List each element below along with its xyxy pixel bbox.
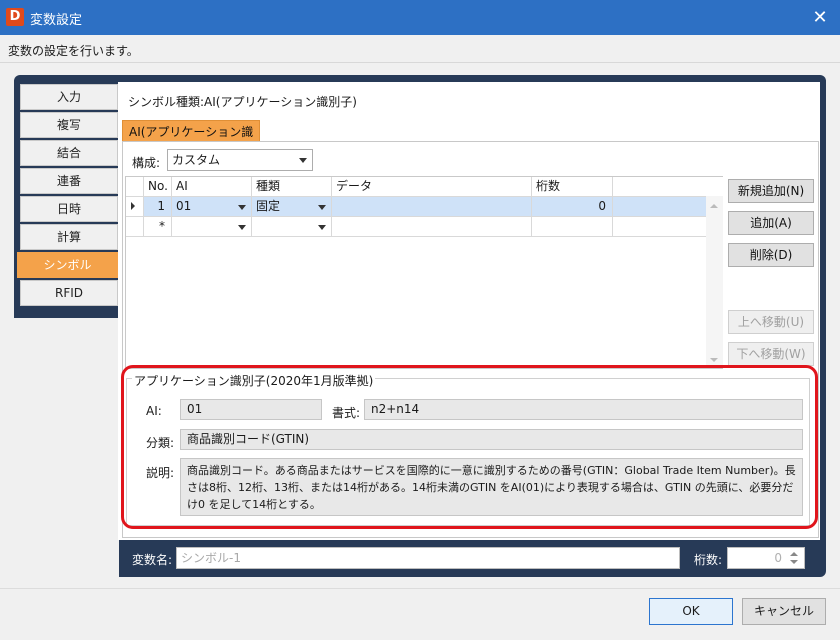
grid-scrollbar[interactable] [706, 196, 723, 368]
highlight-outline [121, 365, 818, 529]
config-value: カスタム [172, 153, 221, 167]
tab-application-identifier[interactable]: AI(アプリケーション識別子) [122, 120, 260, 161]
panel-background-strip [14, 318, 119, 578]
add-button[interactable]: 追加(A) [728, 211, 814, 235]
cell-no[interactable]: * [144, 217, 172, 237]
side-tab-copy[interactable]: 複写 [20, 112, 118, 138]
scroll-up-icon[interactable] [710, 204, 718, 208]
variable-name-label: 変数名: [132, 553, 173, 567]
col-header-ai[interactable]: AI [172, 177, 252, 197]
cell-kind-dropdown[interactable]: 固定 [252, 197, 332, 217]
ok-button[interactable]: OK [649, 598, 733, 625]
move-up-button[interactable]: 上へ移動(U) [728, 310, 814, 334]
ai-grid: No. AI 種類 データ 桁数 1 01 固定 0 * [125, 176, 723, 369]
side-tab-input[interactable]: 入力 [20, 84, 118, 110]
col-header-digits[interactable]: 桁数 [532, 177, 613, 197]
cancel-button[interactable]: キャンセル [742, 598, 826, 625]
delete-button[interactable]: 削除(D) [728, 243, 814, 267]
symbol-type-label: シンボル種類:AI(アプリケーション識別子) [128, 95, 357, 109]
col-header-kind[interactable]: 種類 [252, 177, 332, 197]
cell-kind-value: 固定 [256, 199, 281, 213]
cell-digits[interactable]: 0 [532, 197, 613, 217]
chevron-down-icon [238, 225, 246, 230]
cell-ai-value: 01 [176, 199, 192, 213]
cell-ai-dropdown[interactable]: 01 [172, 197, 252, 217]
config-label: 構成: [132, 156, 161, 170]
side-tab-datetime[interactable]: 日時 [20, 196, 118, 222]
side-tab-rfid[interactable]: RFID [20, 280, 118, 306]
cell-data[interactable] [332, 217, 532, 237]
cell-ai-dropdown[interactable] [172, 217, 252, 237]
spin-up-icon[interactable] [790, 552, 798, 556]
move-down-button[interactable]: 下へ移動(W) [728, 342, 814, 366]
grid-corner [126, 177, 144, 197]
cell-filler [613, 197, 706, 217]
row-header-cell[interactable] [126, 217, 144, 237]
row-pointer-icon [131, 202, 135, 210]
side-tab-symbol[interactable]: シンボル [17, 252, 118, 278]
digits-value: 0 [774, 551, 782, 565]
cell-data[interactable] [332, 197, 532, 217]
digits-label: 桁数: [694, 553, 723, 567]
cell-no[interactable]: 1 [144, 197, 172, 217]
scroll-down-icon[interactable] [710, 358, 718, 362]
chevron-down-icon [318, 205, 326, 210]
side-tab-serial[interactable]: 連番 [20, 168, 118, 194]
col-header-filler [613, 177, 723, 197]
variable-name-input[interactable]: シンボル-1 [176, 547, 680, 569]
cell-digits[interactable] [532, 217, 613, 237]
spin-down-icon[interactable] [790, 560, 798, 564]
chevron-down-icon [238, 205, 246, 210]
cell-filler [613, 217, 706, 237]
close-icon[interactable]: ✕ [800, 0, 840, 35]
digits-stepper[interactable]: 0 [727, 547, 805, 569]
title-bar [0, 0, 840, 35]
cell-kind-dropdown[interactable] [252, 217, 332, 237]
config-dropdown[interactable]: カスタム [167, 149, 313, 171]
chevron-down-icon [299, 158, 307, 163]
row-pointer-cell[interactable] [126, 197, 144, 217]
side-tab-calc[interactable]: 計算 [20, 224, 118, 250]
side-tab-concat[interactable]: 結合 [20, 140, 118, 166]
col-header-no[interactable]: No. [144, 177, 172, 197]
col-header-data[interactable]: データ [332, 177, 532, 197]
chevron-down-icon [318, 225, 326, 230]
app-logo-icon: D [6, 8, 24, 26]
description-text: 変数の設定を行います。 [8, 44, 139, 58]
new-add-button[interactable]: 新規追加(N) [728, 179, 814, 203]
window-title: 変数設定 [30, 13, 83, 28]
